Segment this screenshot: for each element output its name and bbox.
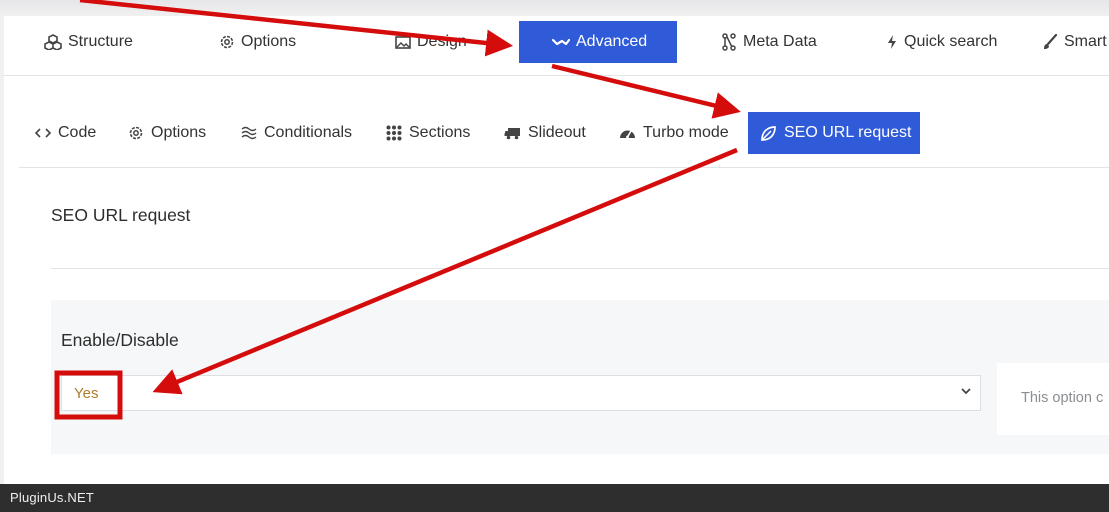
tab-label: Design [417,33,467,50]
tab-label: Quick search [904,33,998,50]
wave-icon [552,36,570,48]
grid-dots-icon [386,125,402,141]
select-value: Yes [74,385,99,402]
tab-advanced[interactable]: Advanced [519,21,678,63]
section-title: SEO URL request [51,205,191,225]
bolt-icon [886,34,898,50]
approx-icon [241,126,257,140]
subtab-sections[interactable]: Sections [386,112,470,154]
subtab-label: SEO URL request [784,124,912,141]
subtab-label: Options [151,124,207,141]
subtab-label: Conditionals [264,124,353,141]
tab-meta-data[interactable]: Meta Data [721,21,817,63]
subtab-label: Slideout [528,124,586,141]
option-row: Enable/Disable Yes This option c [51,300,1109,454]
brand-watermark: PluginUs.NET [10,490,95,505]
tab-label: Advanced [576,33,648,50]
main-tabs: Structure Options Design Advanced Meta D… [4,16,1109,75]
brush-icon [1042,34,1058,50]
subtab-code[interactable]: Code [35,112,96,154]
footer-bar: PluginUs.NET [0,484,1109,512]
code-icon [35,127,51,139]
subtab-label: Code [58,124,97,141]
tab-structure[interactable]: Structure [44,21,133,63]
tab-design[interactable]: Design [395,21,467,63]
sub-tabs: Code Options Conditionals Sections Slide… [4,112,1109,156]
subtab-seo-url-request[interactable]: SEO URL request [748,112,921,154]
divider [19,167,1109,168]
subtab-slideout[interactable]: Slideout [504,112,586,154]
nodes-icon [721,33,737,51]
tab-label: Structure [68,33,133,50]
enable-disable-select[interactable]: Yes [61,375,981,411]
tab-smart[interactable]: Smart [1042,21,1107,63]
image-icon [395,35,411,50]
tab-quick-search[interactable]: Quick search [886,21,997,63]
cubes-icon [44,34,62,50]
subtab-label: Turbo mode [643,124,729,141]
top-strip [0,0,1109,16]
subtab-conditionals[interactable]: Conditionals [241,112,352,154]
divider [4,75,1109,76]
settings-panel: Structure Options Design Advanced Meta D… [4,16,1109,484]
tab-label: Smart [1064,33,1107,50]
help-box: This option c [997,363,1109,435]
help-text: This option c [1021,390,1104,406]
subtab-options[interactable]: Options [128,112,206,154]
tab-label: Meta Data [743,33,817,50]
option-label: Enable/Disable [61,330,179,350]
chevron-down-icon [960,385,972,397]
tab-label: Options [241,33,297,50]
tab-options[interactable]: Options [219,21,296,63]
gear-icon [128,125,144,141]
subtab-turbo-mode[interactable]: Turbo mode [619,112,729,154]
gear-icon [219,34,235,50]
subtab-label: Sections [409,124,471,141]
gauge-icon [619,126,636,140]
truck-icon [504,126,521,140]
leaf-icon [760,125,777,142]
divider [51,268,1109,269]
